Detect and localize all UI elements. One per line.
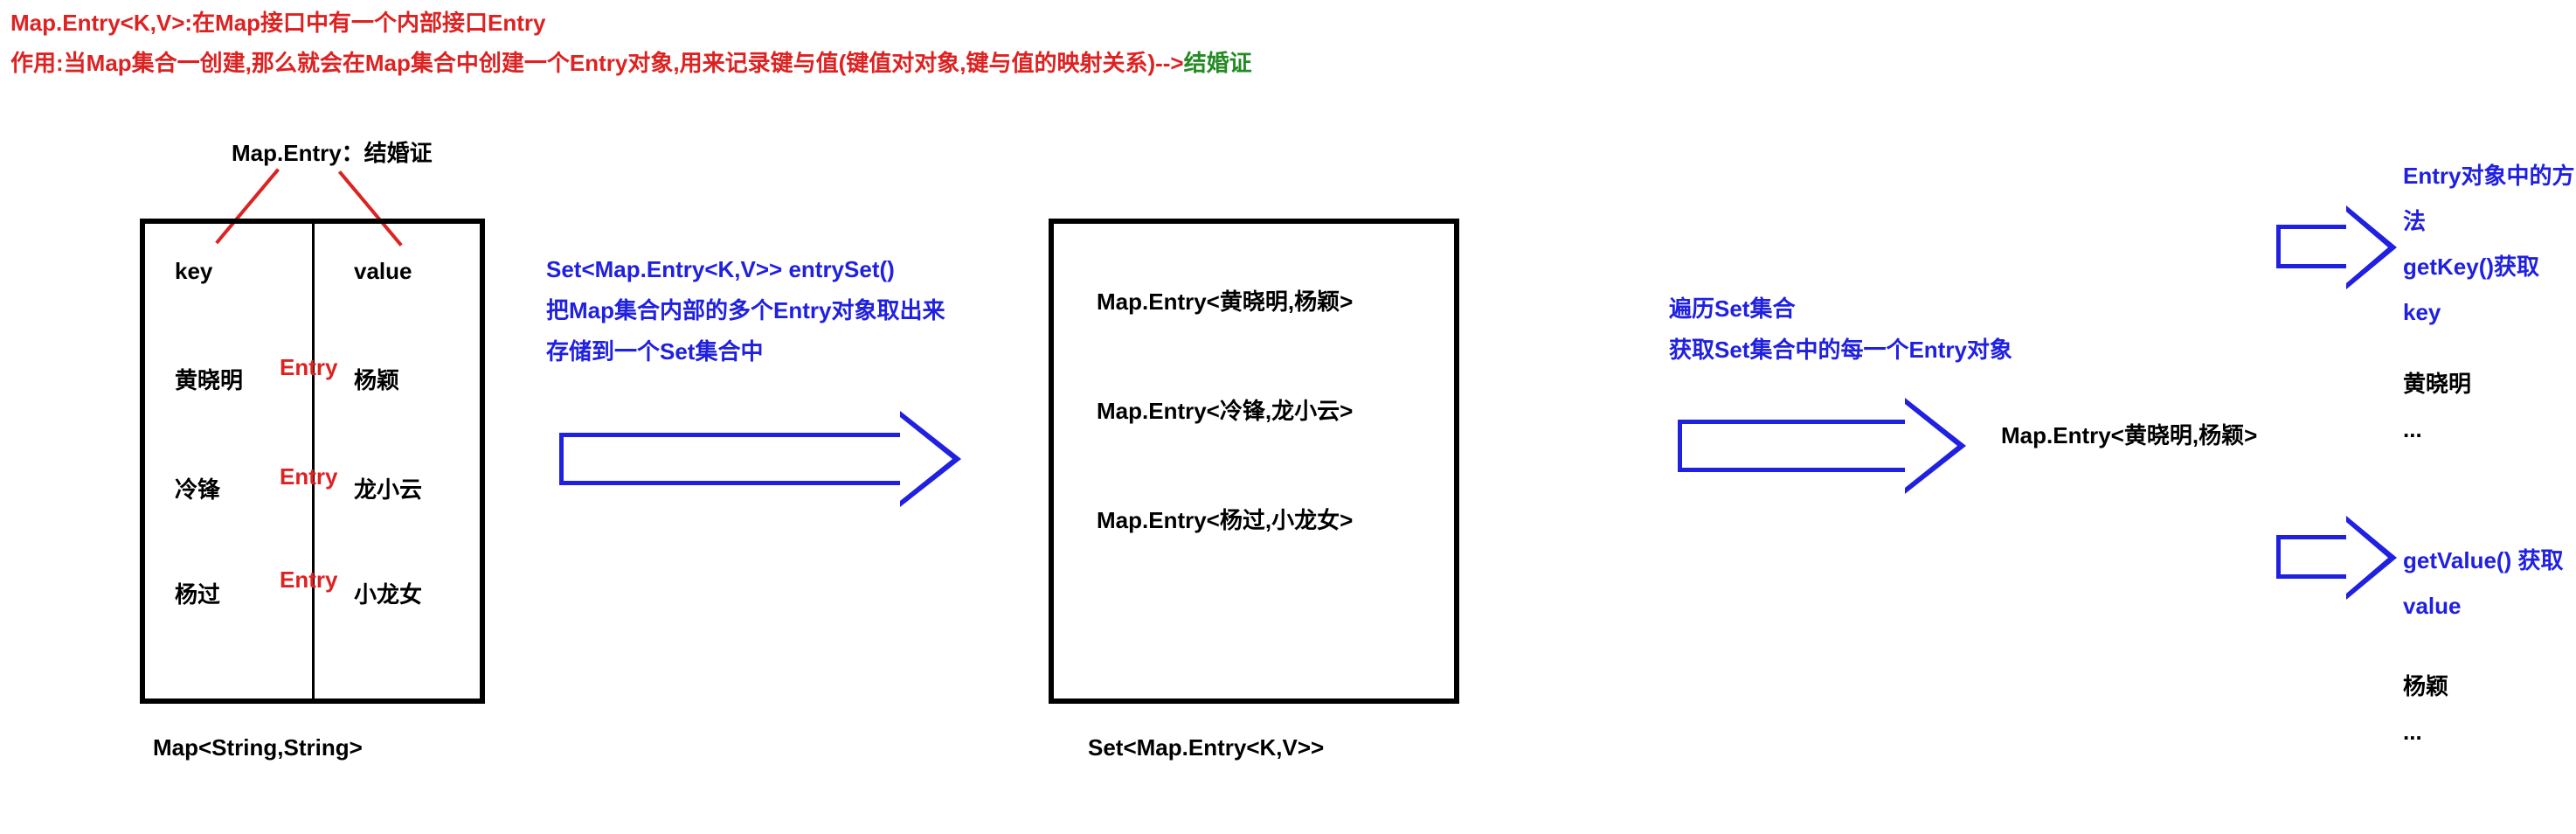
map-header-key: key — [175, 258, 212, 285]
map-type-label: Map<String,String> — [153, 734, 363, 761]
entryset-note: Set<Map.Entry<K,V>> entrySet() 把Map集合内部的… — [546, 249, 945, 372]
header-line2-red: 作用:当Map集合一创建,那么就会在Map集合中创建一个Entry对象,用来记录… — [10, 50, 1184, 76]
getkey-ellipsis: ... — [2403, 407, 2576, 452]
entryset-note-l1: Set<Map.Entry<K,V>> entrySet() — [546, 249, 945, 290]
header-line2: 作用:当Map集合一创建,那么就会在Map集合中创建一个Entry对象,用来记录… — [10, 45, 1252, 78]
getkey-result: 黄晓明 — [2403, 361, 2576, 407]
getkey-title: Entry对象中的方法 — [2403, 153, 2576, 244]
map-entry-title: Map.Entry：结婚证 — [232, 136, 433, 168]
map-row-1-value: 龙小云 — [354, 472, 422, 504]
map-row-2-key: 杨过 — [175, 577, 220, 609]
getkey-block: Entry对象中的方法 getKey()获取key 黄晓明 ... — [2403, 153, 2576, 452]
map-row-1-entry: Entry — [280, 463, 337, 490]
getvalue-result: 杨颖 — [2403, 664, 2576, 709]
header-line1: Map.Entry<K,V>:在Map接口中有一个内部接口Entry — [10, 5, 546, 38]
entryset-note-l2: 把Map集合内部的多个Entry对象取出来 — [546, 290, 945, 331]
set-item-0: Map.Entry<黄晓明,杨颖> — [1097, 284, 1353, 316]
traverse-note-l1: 遍历Set集合 — [1669, 288, 2012, 330]
set-item-2: Map.Entry<杨过,小龙女> — [1097, 503, 1353, 535]
getkey-method: getKey()获取key — [2403, 244, 2576, 335]
entry-object: Map.Entry<黄晓明,杨颖> — [2001, 418, 2257, 450]
header-line2-green: 结婚证 — [1184, 50, 1252, 76]
getvalue-block: getValue() 获取value 杨颖 ... — [2403, 538, 2576, 754]
map-row-0-key: 黄晓明 — [175, 363, 243, 395]
map-row-2-value: 小龙女 — [354, 577, 422, 609]
map-row-1-key: 冷锋 — [175, 472, 220, 504]
arrow-set-to-entry — [1678, 398, 1975, 472]
arrow-to-getkey — [2276, 205, 2407, 268]
arrow-to-getvalue — [2276, 516, 2407, 579]
map-header-value: value — [354, 258, 412, 285]
entryset-note-l3: 存储到一个Set集合中 — [546, 331, 945, 372]
map-divider — [312, 219, 315, 704]
map-row-2-entry: Entry — [280, 566, 337, 594]
arrow-map-to-set — [559, 411, 961, 485]
getvalue-ellipsis: ... — [2403, 709, 2576, 754]
map-row-0-value: 杨颖 — [354, 363, 399, 395]
getvalue-method: getValue() 获取value — [2403, 538, 2576, 629]
set-type-label: Set<Map.Entry<K,V>> — [1088, 734, 1324, 761]
map-row-0-entry: Entry — [280, 354, 337, 381]
traverse-note: 遍历Set集合 获取Set集合中的每一个Entry对象 — [1669, 288, 2012, 371]
traverse-note-l2: 获取Set集合中的每一个Entry对象 — [1669, 330, 2012, 371]
set-item-1: Map.Entry<冷锋,龙小云> — [1097, 393, 1353, 426]
